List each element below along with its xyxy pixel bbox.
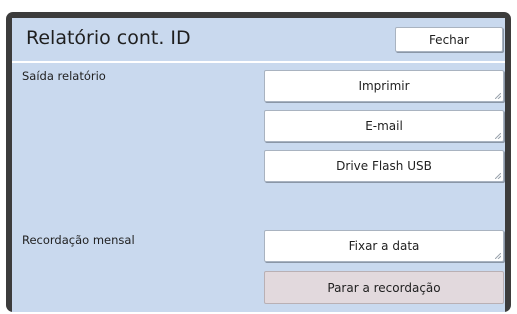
resize-corner-icon: [495, 133, 501, 139]
close-button[interactable]: Fechar: [395, 27, 503, 52]
resize-corner-icon: [495, 93, 501, 99]
usb-drive-button-label: Drive Flash USB: [336, 159, 432, 173]
dialog-panel: Relatório cont. ID Fechar Saída relatóri…: [12, 18, 505, 312]
print-button-label: Imprimir: [358, 79, 410, 93]
report-output-label: Saída relatório: [22, 69, 106, 83]
close-button-label: Fechar: [428, 32, 470, 47]
stop-recording-button-label: Parar a recordação: [327, 280, 441, 295]
stop-recording-button[interactable]: Parar a recordação: [264, 271, 504, 304]
email-button[interactable]: E-mail: [264, 110, 504, 142]
set-date-button-label: Fixar a data: [348, 239, 420, 253]
resize-corner-icon: [495, 253, 501, 259]
usb-drive-button[interactable]: Drive Flash USB: [264, 150, 504, 182]
set-date-button[interactable]: Fixar a data: [264, 230, 504, 262]
print-button[interactable]: Imprimir: [264, 70, 504, 102]
dialog-header: Relatório cont. ID Fechar: [12, 18, 505, 63]
email-button-label: E-mail: [365, 119, 403, 133]
page-title: Relatório cont. ID: [26, 27, 191, 49]
resize-corner-icon: [495, 173, 501, 179]
monthly-record-label: Recordação mensal: [22, 233, 135, 247]
screen: Relatório cont. ID Fechar Saída relatóri…: [0, 0, 517, 314]
